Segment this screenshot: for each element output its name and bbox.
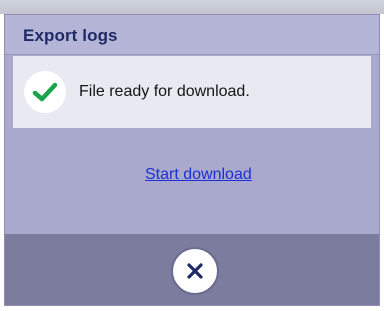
dialog-footer [5,234,379,305]
close-icon [187,263,203,279]
success-badge [24,71,66,113]
dialog-titlebar: Export logs [5,15,379,55]
status-message-panel: File ready for download. [13,56,371,128]
export-logs-dialog: Export logs File ready for download. Sta… [4,14,380,306]
close-button[interactable] [171,247,219,295]
background-strip [0,0,384,14]
dialog-title: Export logs [23,26,118,45]
checkmark-icon [32,82,58,102]
status-message: File ready for download. [79,83,250,100]
start-download-link[interactable]: Start download [145,166,252,184]
screen: Export logs File ready for download. Sta… [0,0,384,311]
